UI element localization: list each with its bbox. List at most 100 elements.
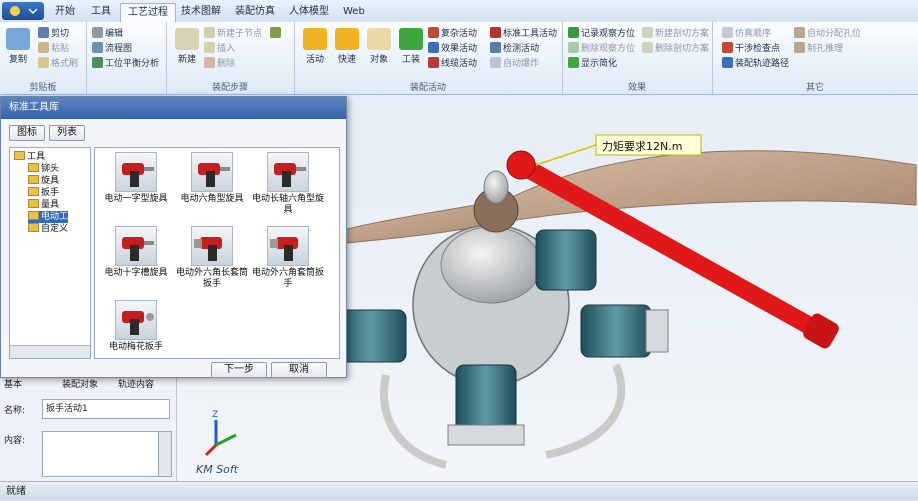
name-label: 名称: bbox=[4, 406, 26, 416]
fixture-icon bbox=[399, 28, 423, 50]
effect-group: 记录观察方位 删除观察方位 显示简化 新建剖切方案 删除剖切方案 效果 bbox=[562, 22, 713, 94]
tool-item[interactable]: 电动外六角套筒扳手 bbox=[251, 226, 325, 290]
ribbon: 复制 剪切 粘贴 格式刷 剪贴板 编辑 流程图 工位平衡分析 新建 新建子节点 … bbox=[0, 22, 918, 95]
explode-icon bbox=[490, 57, 501, 68]
km-soft-logo: KM Soft bbox=[196, 463, 239, 476]
paste-icon bbox=[38, 42, 49, 53]
balance-analysis-button[interactable]: 工位平衡分析 bbox=[92, 57, 159, 70]
new-step-button[interactable]: 新建 bbox=[172, 28, 202, 65]
line-activity-button[interactable]: 线缆活动 bbox=[428, 57, 477, 70]
auto-hole-button[interactable]: 自动分配孔位 bbox=[794, 27, 861, 40]
tool-grid: 电动一字型旋具 电动六角型旋具 电动长轴六角型旋具 电动十字槽旋具 电动外六角长… bbox=[94, 147, 340, 359]
tool-item[interactable]: 电动十字槽旋具 bbox=[99, 226, 173, 279]
tree-item-custom[interactable]: 自定义 bbox=[28, 223, 68, 235]
record-view-button[interactable]: 记录观察方位 bbox=[568, 27, 635, 40]
tree-item-gauge[interactable]: 量具 bbox=[28, 199, 59, 211]
tab-tools[interactable]: 工具 bbox=[84, 3, 118, 21]
path-icon bbox=[722, 57, 733, 68]
check-activity-button[interactable]: 检测活动 bbox=[490, 42, 539, 55]
status-bar: 就绪 bbox=[0, 481, 918, 500]
quick-button[interactable]: 快速 bbox=[332, 28, 362, 65]
tree-item-riveting[interactable]: 铆头 bbox=[28, 163, 59, 175]
tab-basic[interactable]: 基本 bbox=[4, 377, 22, 390]
scissors-icon bbox=[38, 27, 49, 38]
effect-activity-button[interactable]: 效果活动 bbox=[428, 42, 477, 55]
tool-item[interactable]: 电动长轴六角型旋具 bbox=[251, 152, 325, 216]
dialog-title: 标准工具库 bbox=[1, 97, 346, 119]
axis-triad: Z bbox=[204, 410, 237, 457]
content-textarea[interactable] bbox=[42, 431, 160, 477]
interference-check-button[interactable]: 干涉检查点 bbox=[722, 42, 780, 55]
application-menu-button[interactable] bbox=[2, 2, 44, 20]
assembly-path-button[interactable]: 装配轨迹路径 bbox=[722, 57, 789, 70]
insert-button[interactable]: 插入 bbox=[204, 42, 235, 55]
content-scrollbar[interactable] bbox=[158, 431, 172, 477]
auto-explode-button[interactable]: 自动爆炸 bbox=[490, 57, 539, 70]
box-wrench-icon bbox=[115, 300, 157, 340]
cut-button[interactable]: 剪切 bbox=[38, 27, 69, 40]
camera-icon bbox=[568, 27, 579, 38]
folder-icon bbox=[28, 175, 39, 184]
sim-order-button[interactable]: 仿真顺序 bbox=[722, 27, 771, 40]
object-icon bbox=[367, 28, 391, 50]
clipboard-group: 复制 剪切 粘贴 格式刷 剪贴板 bbox=[0, 22, 87, 94]
torque-annotation-text: 力矩要求12N.m bbox=[602, 140, 682, 153]
tool-item[interactable]: 电动外六角长套筒扳手 bbox=[175, 226, 249, 290]
paste-button[interactable]: 粘贴 bbox=[38, 42, 69, 55]
simplify-display-button[interactable]: 显示简化 bbox=[568, 57, 617, 70]
delete-section-button[interactable]: 删除剖切方案 bbox=[642, 42, 709, 55]
cylinder-bottom[interactable] bbox=[447, 364, 525, 446]
tab-path-content[interactable]: 轨迹内容 bbox=[118, 377, 154, 390]
cylinder-right[interactable] bbox=[580, 304, 669, 358]
tab-tech-illustration[interactable]: 技术图解 bbox=[174, 3, 228, 21]
tree-item-electric-selected[interactable]: 电动工 bbox=[28, 211, 69, 223]
edit-button[interactable]: 编辑 bbox=[92, 27, 123, 40]
tab-process[interactable]: 工艺过程 bbox=[120, 3, 176, 22]
drill-icon bbox=[794, 42, 805, 53]
complex-activity-icon bbox=[428, 27, 439, 38]
tree-item-wrench[interactable]: 扳手 bbox=[28, 187, 59, 199]
tree-hscrollbar[interactable] bbox=[10, 345, 90, 358]
icon-view-button[interactable]: 图标 bbox=[9, 125, 45, 141]
tab-assembly-sim[interactable]: 装配仿真 bbox=[228, 3, 282, 21]
flowchart-button[interactable]: 流程图 bbox=[92, 42, 132, 55]
object-button[interactable]: 对象 bbox=[364, 28, 394, 65]
std-tool-activity-button[interactable]: 标准工具活动 bbox=[490, 27, 557, 40]
name-input[interactable]: 扳手活动1 bbox=[42, 399, 170, 419]
delete-step-button[interactable]: 删除 bbox=[204, 57, 235, 70]
document-group: 编辑 流程图 工位平衡分析 bbox=[86, 22, 167, 94]
cancel-button[interactable]: 取消 bbox=[271, 362, 327, 378]
fixture-button[interactable]: 工装 bbox=[396, 28, 426, 65]
activity-button[interactable]: 活动 bbox=[300, 28, 330, 65]
tab-human-model[interactable]: 人体模型 bbox=[282, 3, 336, 21]
new-child-node-button[interactable]: 新建子节点 bbox=[204, 27, 262, 40]
new-section-button[interactable]: 新建剖切方案 bbox=[642, 27, 709, 40]
order-icon bbox=[722, 27, 733, 38]
spinner-cap[interactable] bbox=[483, 170, 509, 204]
tab-assembly-objects[interactable]: 装配对象 bbox=[62, 377, 98, 390]
next-button[interactable]: 下一步 bbox=[211, 362, 267, 378]
other-group-label: 其它 bbox=[805, 83, 824, 93]
tool-item[interactable]: 电动梅花扳手 bbox=[99, 300, 173, 353]
drill-reasoning-button[interactable]: 制孔推理 bbox=[794, 42, 843, 55]
complex-activity-button[interactable]: 复杂活动 bbox=[428, 27, 477, 40]
delete-view-icon bbox=[568, 42, 579, 53]
grid-dropdown[interactable] bbox=[270, 27, 283, 40]
tab-web[interactable]: Web bbox=[336, 3, 372, 21]
delete-view-button[interactable]: 删除观察方位 bbox=[568, 42, 635, 55]
exhaust-pipe-left bbox=[380, 374, 448, 469]
exhaust-pipe-right bbox=[545, 363, 626, 459]
cylinder-upper-right[interactable] bbox=[535, 229, 597, 291]
reduction-housing[interactable] bbox=[440, 226, 542, 304]
tool-item[interactable]: 电动一字型旋具 bbox=[99, 152, 173, 205]
format-brush-button[interactable]: 格式刷 bbox=[38, 57, 78, 70]
insert-icon bbox=[204, 42, 215, 53]
copy-button[interactable]: 复制 bbox=[4, 28, 32, 65]
brush-icon bbox=[38, 57, 49, 68]
tool-item[interactable]: 电动六角型旋具 bbox=[175, 152, 249, 205]
electric-screwdriver-icon bbox=[191, 152, 233, 192]
tab-start[interactable]: 开始 bbox=[48, 3, 82, 21]
tree-item-screwdriver[interactable]: 旋具 bbox=[28, 175, 59, 187]
list-view-button[interactable]: 列表 bbox=[49, 125, 85, 141]
tree-root-tools[interactable]: 工具 bbox=[14, 151, 45, 163]
